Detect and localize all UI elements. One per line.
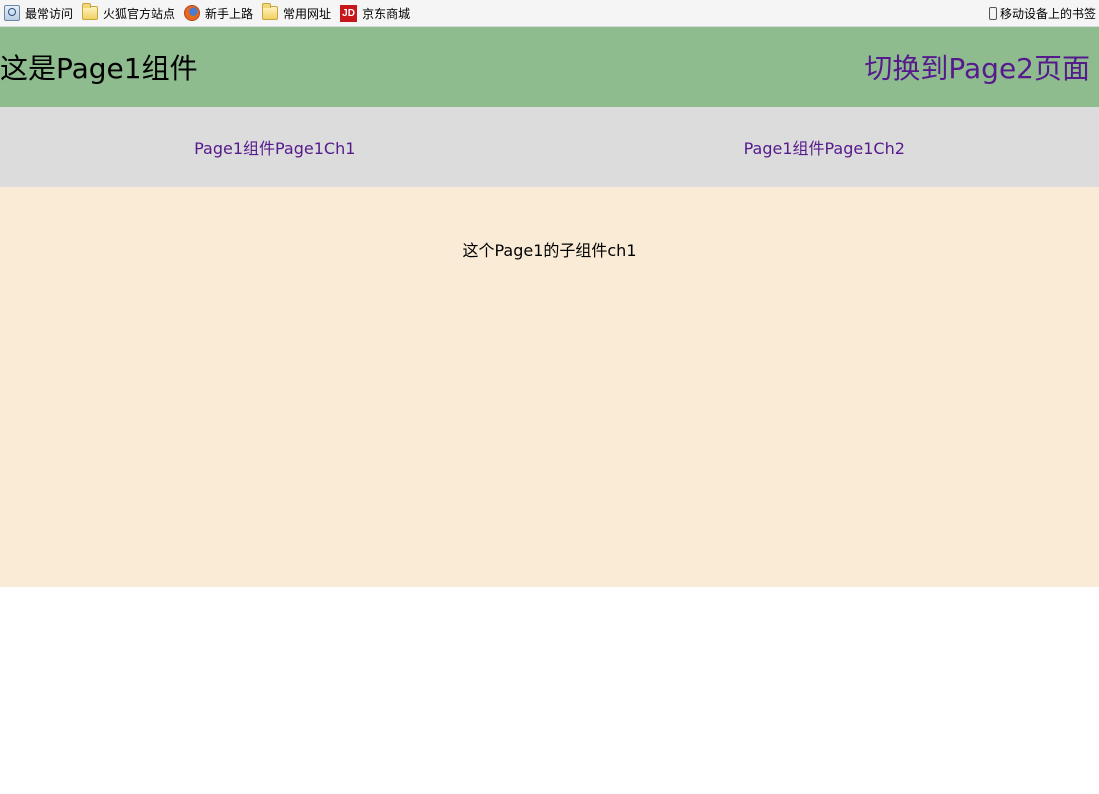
page1-ch2-link[interactable]: Page1组件Page1Ch2 [550,135,1099,159]
bookmark-firefox-official[interactable]: 火狐官方站点 [78,2,179,24]
bookmark-getting-started[interactable]: 新手上路 [180,2,257,24]
bookmark-label: 移动设备上的书签 [999,6,1096,21]
switch-to-page2-link[interactable]: 切换到Page2页面 [864,47,1099,87]
bookmark-label: 常用网址 [283,6,332,21]
bookmark-label: 新手上路 [205,6,254,21]
page-title: 这是Page1组件 [0,52,198,85]
most-visited-icon [4,5,20,21]
bookmark-most-visited[interactable]: 最常访问 [0,2,77,24]
bookmark-label: 最常访问 [25,6,74,21]
jd-icon: JD [340,4,358,22]
sub-navigation: Page1组件Page1Ch1 Page1组件Page1Ch2 [0,107,1099,187]
folder-icon [82,3,99,20]
bookmark-jd-mall[interactable]: JD 京东商城 [336,2,414,24]
child-component-text: 这个Page1的子组件ch1 [462,241,637,260]
bookmark-mobile[interactable]: 移动设备上的书签 [985,2,1098,24]
bookmark-label: 京东商城 [362,6,411,21]
page-header: 这是Page1组件 切换到Page2页面 [0,27,1099,107]
child-content-area: 这个Page1的子组件ch1 [0,187,1099,587]
folder-icon [262,3,279,20]
bookmark-common-sites[interactable]: 常用网址 [258,2,335,24]
bookmark-label: 火狐官方站点 [103,6,176,21]
bookmarks-toolbar: 最常访问 火狐官方站点 新手上路 常用网址 JD 京东商城 移动设备上的书签 [0,0,1099,27]
phone-icon [988,6,997,20]
page1-ch1-link[interactable]: Page1组件Page1Ch1 [0,135,550,159]
firefox-icon [184,5,201,21]
